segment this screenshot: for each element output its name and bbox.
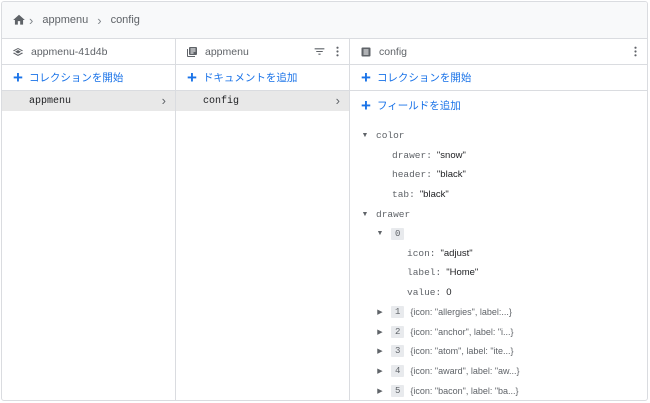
field-drawer-item-3[interactable]: ▶ 3 {icon: "atom", label: "ite...}	[350, 342, 647, 362]
add-field-label: フィールドを追加	[376, 99, 461, 112]
field-drawer-item-4[interactable]: ▶ 4 {icon: "award", label: "aw...}	[350, 361, 647, 381]
field-value: "Home"	[446, 267, 479, 279]
array-index-badge: 4	[391, 364, 405, 377]
field-drawer-0-icon[interactable]: icon: "adjust"	[350, 244, 647, 264]
collection-icon	[186, 46, 198, 58]
document-title: config	[379, 45, 408, 58]
document-icon	[360, 46, 372, 58]
field-drawer-item-0[interactable]: ▼ 0	[350, 224, 647, 244]
breadcrumb-item-appmenu[interactable]: appmenu	[42, 14, 88, 26]
list-item-appmenu[interactable]: appmenu ›	[2, 91, 175, 111]
caret-right-icon[interactable]: ▶	[375, 387, 385, 395]
array-index-badge: 1	[391, 306, 405, 319]
document-column: config + コレクションを開始 + フィールドを追加 ▼ color dr…	[350, 39, 647, 400]
field-drawer-item-5[interactable]: ▶ 5 {icon: "bacon", label: "ba...}	[350, 381, 647, 400]
field-summary: {icon: "bacon", label: "ba...}	[410, 385, 519, 396]
field-color-drawer[interactable]: drawer: "snow"	[350, 146, 647, 166]
field-key: drawer	[376, 208, 411, 220]
caret-right-icon[interactable]: ▶	[375, 328, 385, 336]
field-drawer-item-2[interactable]: ▶ 2 {icon: "anchor", label: "i...}	[350, 322, 647, 342]
caret-right-icon[interactable]: ▶	[375, 308, 385, 316]
field-key: tab:	[392, 189, 415, 201]
field-value: 0	[446, 287, 452, 299]
home-icon[interactable]	[12, 13, 26, 27]
field-value: "black"	[436, 169, 466, 181]
filter-icon[interactable]	[313, 45, 331, 58]
array-index-badge: 3	[391, 345, 405, 358]
project-column-header: appmenu-41d4b	[2, 39, 175, 65]
field-color-header[interactable]: header: "black"	[350, 165, 647, 185]
collection-column: appmenu + ドキュメントを追加 config ›	[176, 39, 350, 400]
start-subcollection-button[interactable]: + コレクションを開始	[350, 65, 647, 91]
field-key: label:	[407, 267, 442, 279]
field-key: header:	[392, 169, 432, 181]
chevron-right-icon: ›	[97, 12, 102, 28]
plus-icon: +	[13, 68, 23, 87]
field-key: value:	[407, 287, 442, 299]
field-key: icon:	[407, 247, 436, 259]
plus-icon: +	[187, 68, 197, 87]
list-item-label: appmenu	[29, 95, 72, 107]
more-vert-icon[interactable]	[629, 45, 647, 58]
array-index-badge: 0	[391, 227, 405, 240]
plus-icon: +	[361, 68, 371, 87]
caret-down-icon[interactable]: ▼	[360, 132, 370, 139]
start-collection-button[interactable]: + コレクションを開始	[2, 65, 175, 91]
start-collection-label: コレクションを開始	[376, 72, 472, 84]
field-color-tab[interactable]: tab: "black"	[350, 185, 647, 205]
list-item-config[interactable]: config ›	[176, 91, 349, 111]
firebase-stack-icon	[12, 46, 24, 58]
field-color[interactable]: ▼ color	[350, 126, 647, 146]
field-summary: {icon: "atom", label: "ite...}	[410, 346, 514, 357]
caret-right-icon[interactable]: ▶	[375, 367, 385, 375]
field-key: color	[376, 130, 405, 142]
breadcrumb-item-config[interactable]: config	[111, 14, 140, 26]
add-document-button[interactable]: + ドキュメントを追加	[176, 65, 349, 91]
caret-down-icon[interactable]: ▼	[375, 230, 385, 237]
project-title: appmenu-41d4b	[31, 45, 108, 58]
field-summary: {icon: "anchor", label: "i...}	[410, 326, 514, 337]
chevron-right-icon: ›	[335, 93, 340, 108]
chevron-right-icon: ›	[29, 12, 34, 28]
field-drawer-0-label[interactable]: label: "Home"	[350, 263, 647, 283]
collection-title: appmenu	[205, 45, 249, 58]
field-tree: ▼ color drawer: "snow" header: "black" t…	[350, 118, 647, 400]
project-column: appmenu-41d4b + コレクションを開始 appmenu ›	[2, 39, 176, 400]
array-index-badge: 5	[391, 384, 405, 397]
add-document-label: ドキュメントを追加	[202, 72, 298, 84]
start-collection-label: コレクションを開始	[28, 72, 124, 84]
breadcrumb: › appmenu › config	[2, 2, 647, 39]
field-value: "black"	[419, 189, 449, 201]
field-drawer-item-1[interactable]: ▶ 1 {icon: "allergies", label:...}	[350, 302, 647, 322]
add-field-button[interactable]: + フィールドを追加	[350, 92, 647, 118]
firestore-data-viewer: › appmenu › config appmenu-41d4b + コレクショ…	[1, 1, 648, 401]
field-drawer[interactable]: ▼ drawer	[350, 204, 647, 224]
more-vert-icon[interactable]	[331, 45, 349, 58]
field-drawer-0-value[interactable]: value: 0	[350, 283, 647, 303]
field-value: "snow"	[436, 149, 466, 161]
field-summary: {icon: "allergies", label:...}	[410, 307, 512, 318]
document-column-header: config	[350, 39, 647, 65]
field-key: drawer:	[392, 149, 432, 161]
plus-icon: +	[361, 95, 371, 115]
list-item-label: config	[203, 95, 240, 107]
array-index-badge: 2	[391, 325, 405, 338]
chevron-right-icon: ›	[161, 93, 166, 108]
caret-right-icon[interactable]: ▶	[375, 347, 385, 355]
field-value: "adjust"	[440, 247, 473, 259]
caret-down-icon[interactable]: ▼	[360, 211, 370, 218]
collection-column-header: appmenu	[176, 39, 349, 65]
field-summary: {icon: "award", label: "aw...}	[410, 365, 520, 376]
